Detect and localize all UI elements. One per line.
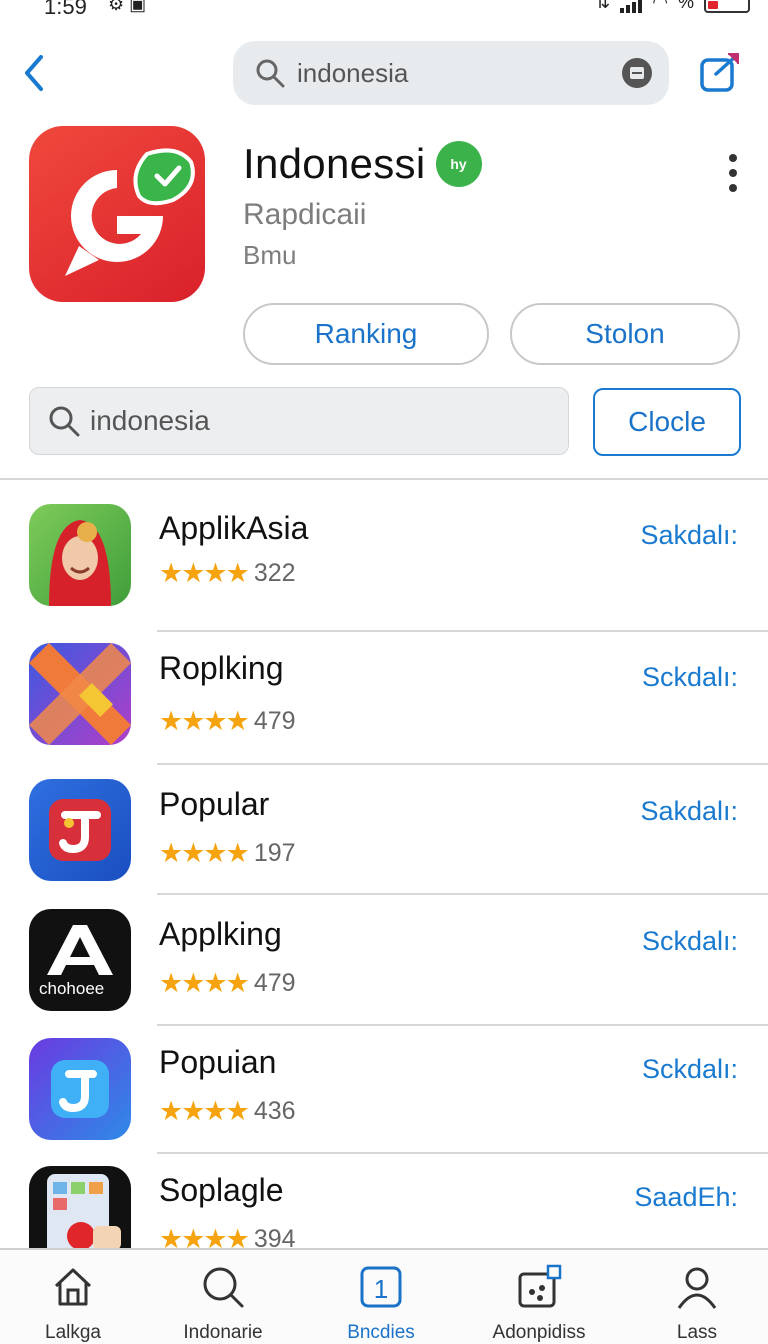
- star-rating-icon: ★★★★: [159, 968, 250, 998]
- more-dot-icon: [729, 154, 737, 162]
- app-rating: ★★★★ 479: [159, 706, 296, 737]
- app-thumb-icon: chohoee: [29, 909, 131, 1011]
- app-rating: ★★★★ 479: [159, 968, 296, 999]
- app-title: Indonessi: [243, 140, 426, 187]
- tab-label: Adonpidiss: [492, 1322, 586, 1343]
- stolon-button[interactable]: Stolon: [510, 303, 740, 365]
- network-icon: ⇅: [595, 0, 611, 12]
- tab-games[interactable]: Adonpidiss: [464, 1264, 614, 1344]
- share-button[interactable]: [698, 48, 744, 94]
- tab-updates[interactable]: 1 Bncdies: [306, 1264, 456, 1344]
- rating-count: 479: [253, 707, 296, 735]
- top-search-input[interactable]: [297, 57, 597, 89]
- item-action-link[interactable]: SaadEh:: [634, 1182, 738, 1213]
- app-name: Popular: [159, 786, 270, 822]
- star-rating-icon: ★★★★: [159, 1224, 250, 1248]
- app-thumb-icon: [29, 504, 131, 606]
- tab-label: Lass: [676, 1322, 718, 1343]
- app-name: Applking: [159, 916, 282, 952]
- clear-search-icon[interactable]: [621, 57, 653, 89]
- app-developer: Bmu: [243, 240, 297, 270]
- list-item[interactable]: Popular ★★★★ 197 Sakdalı:: [0, 766, 768, 896]
- top-search-bar[interactable]: [233, 41, 669, 105]
- status-time: 1:59: [44, 0, 87, 19]
- more-options-button[interactable]: [720, 150, 746, 196]
- app-thumb-icon: [29, 1038, 131, 1140]
- app-rating: ★★★★ 322: [159, 558, 296, 589]
- clocle-button[interactable]: Clocle: [593, 388, 741, 456]
- chevron-left-icon: [25, 55, 43, 91]
- app-logo-icon: [65, 148, 195, 276]
- tab-label: Indonarie: [183, 1322, 263, 1343]
- rating-count: 197: [253, 839, 296, 867]
- app-title-row: Indonessi hy: [243, 140, 482, 188]
- app-subtitle: Rapdicaii: [243, 198, 367, 231]
- app-name: Soplagle: [159, 1172, 284, 1208]
- rating-count: 322: [253, 559, 296, 587]
- list-item[interactable]: Soplagle ★★★★ 394 SaadEh:: [0, 1152, 768, 1248]
- star-rating-icon: ★★★★: [159, 838, 250, 868]
- tab-badge-number: 1: [374, 1274, 388, 1304]
- battery-icon: [704, 0, 750, 13]
- updates-icon: 1: [360, 1266, 402, 1308]
- secondary-search-input[interactable]: [90, 405, 530, 437]
- tab-search[interactable]: Indonarie: [148, 1264, 298, 1344]
- profile-icon: [677, 1267, 717, 1309]
- app-icon: [29, 126, 205, 302]
- app-thumb-icon: [29, 1166, 131, 1248]
- item-action-link[interactable]: Sckdalı:: [642, 926, 738, 957]
- app-thumb-icon: [29, 643, 131, 745]
- list-item[interactable]: Popuian ★★★★ 436 Sckdalı:: [0, 1024, 768, 1154]
- status-system-icons: ⇅ ◠ %: [595, 0, 750, 13]
- app-rating: ★★★★ 436: [159, 1096, 296, 1127]
- games-icon: [518, 1264, 562, 1308]
- app-rating: ★★★★ 197: [159, 838, 296, 869]
- tab-label: Bncdies: [347, 1322, 415, 1343]
- verified-badge: hy: [435, 141, 482, 187]
- item-action-link[interactable]: Sakdalı:: [640, 520, 738, 551]
- app-name: Roplking: [159, 650, 284, 686]
- app-list[interactable]: ApplikAsia ★★★★ 322 Sakdalı: Roplking ★★…: [0, 480, 768, 1248]
- star-rating-icon: ★★★★: [159, 706, 250, 736]
- item-action-link[interactable]: Sakdalı:: [640, 796, 738, 827]
- app-rating: ★★★★ 394: [159, 1224, 296, 1248]
- rating-count: 436: [253, 1097, 296, 1125]
- home-icon: [54, 1268, 92, 1306]
- item-action-link[interactable]: Sckdalı:: [642, 1054, 738, 1085]
- rating-count: 479: [253, 969, 296, 997]
- battery-percent: %: [677, 0, 694, 12]
- tab-profile[interactable]: Lass: [622, 1264, 768, 1344]
- back-button[interactable]: [14, 50, 54, 96]
- bottom-tab-bar: Lalkga Indonarie 1 Bncdies Adonpidiss La…: [0, 1248, 768, 1344]
- rating-count: 394: [253, 1225, 296, 1248]
- ranking-button[interactable]: Ranking: [243, 303, 489, 365]
- more-dot-icon: [729, 169, 737, 177]
- item-action-link[interactable]: Sckdalı:: [642, 662, 738, 693]
- secondary-search-bar[interactable]: [29, 387, 569, 455]
- more-dot-icon: [729, 184, 737, 192]
- app-thumb-text: chohoee: [39, 979, 105, 998]
- list-item[interactable]: Roplking ★★★★ 479 Sckdalı:: [0, 632, 768, 765]
- list-item[interactable]: ApplikAsia ★★★★ 322 Sakdalı:: [0, 480, 768, 632]
- app-name: Popuian: [159, 1044, 277, 1080]
- divider: [157, 763, 768, 765]
- divider: [157, 893, 768, 895]
- search-icon: [49, 406, 80, 437]
- tab-label: Lalkga: [45, 1322, 101, 1343]
- list-item[interactable]: chohoee Applking ★★★★ 479 Sckdalı:: [0, 896, 768, 1026]
- search-icon: [256, 59, 285, 88]
- tab-home[interactable]: Lalkga: [0, 1264, 148, 1344]
- star-rating-icon: ★★★★: [159, 1096, 250, 1126]
- share-icon: [700, 53, 739, 92]
- status-bar: 1:59 ⚙ ▣ ⇅ ◠ %: [0, 0, 768, 20]
- search-icon: [203, 1267, 244, 1308]
- star-rating-icon: ★★★★: [159, 558, 250, 588]
- app-name: ApplikAsia: [159, 510, 309, 546]
- wifi-icon: ◠: [652, 0, 668, 12]
- signal-icon: [620, 0, 643, 13]
- status-notification-icons: ⚙ ▣: [108, 0, 147, 14]
- app-thumb-icon: [29, 779, 131, 881]
